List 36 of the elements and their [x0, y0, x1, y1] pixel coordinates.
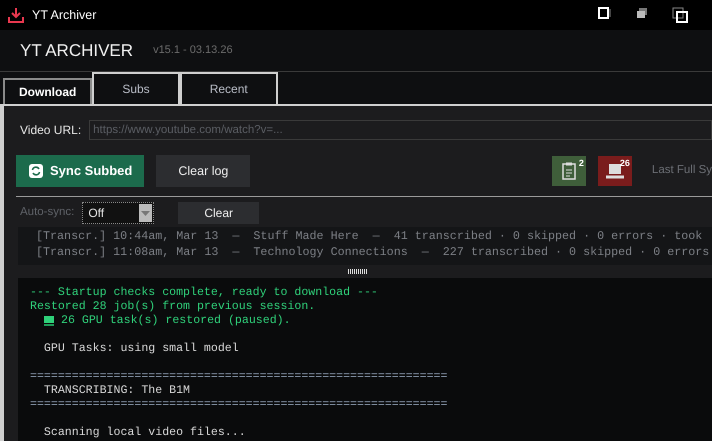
last-sync-label: Last Full Sy: [652, 163, 712, 178]
url-label: Video URL:: [20, 122, 82, 139]
log-line: Scanning local video files...: [42, 426, 247, 440]
laptop-queue-button[interactable]: 26: [598, 156, 632, 186]
window-stack-icon[interactable]: [672, 7, 688, 23]
history-line: [Transcr.] 10:44am, Mar 13 — Stuff Made Here — 41 transcribed · 0 skipped · 0 errors · took: [36, 228, 704, 244]
window-layout-icon[interactable]: [598, 7, 612, 19]
app-title: YT ARCHIVER: [20, 40, 134, 62]
log-line: Restored 28 job(s) from previous session.: [30, 300, 316, 314]
url-input-field[interactable]: https://www.youtube.com/watch?v=...: [89, 120, 712, 140]
clipboard-icon: [562, 162, 576, 180]
version-label: v15.1 - 03.13.26: [153, 43, 233, 58]
computer-icon: [44, 316, 54, 326]
sync-button[interactable]: Sync Subbed: [16, 155, 144, 187]
clear-log-button[interactable]: Clear log: [156, 155, 250, 187]
log-line: TRANSCRIBING: The B1M: [42, 384, 192, 398]
splitter-handle[interactable]: [348, 269, 368, 274]
clear-button[interactable]: Clear: [178, 202, 260, 224]
download-icon: [8, 7, 24, 23]
clipboard-queue-button[interactable]: 2: [552, 156, 586, 186]
log-line: --- Startup checks complete, ready to download ---: [30, 286, 379, 300]
tab[interactable]: Download: [3, 78, 92, 104]
caret-icon: [141, 210, 150, 216]
restore-icon[interactable]: [636, 7, 648, 19]
separator-line: ============================================================: [30, 398, 448, 412]
log-line: GPU Tasks: using small model: [42, 342, 240, 356]
badge-count: 26: [620, 157, 630, 170]
separator-line: ============================================================: [30, 370, 448, 384]
sync-icon: [28, 163, 44, 179]
auto-sync-label: Auto-sync:: [20, 205, 74, 220]
history-line: [Transcr.] 11:08am, Mar 13 — Technology Connections — 227 transcribed · 0 skipped · 0 errors: [36, 244, 710, 260]
log-line: 26 GPU task(s) restored (paused).: [61, 314, 291, 328]
tab[interactable]: Subs: [92, 72, 180, 104]
tab[interactable]: Recent: [180, 72, 278, 104]
window-title: YT Archiver: [32, 6, 96, 24]
badge-count: 2: [578, 157, 584, 170]
